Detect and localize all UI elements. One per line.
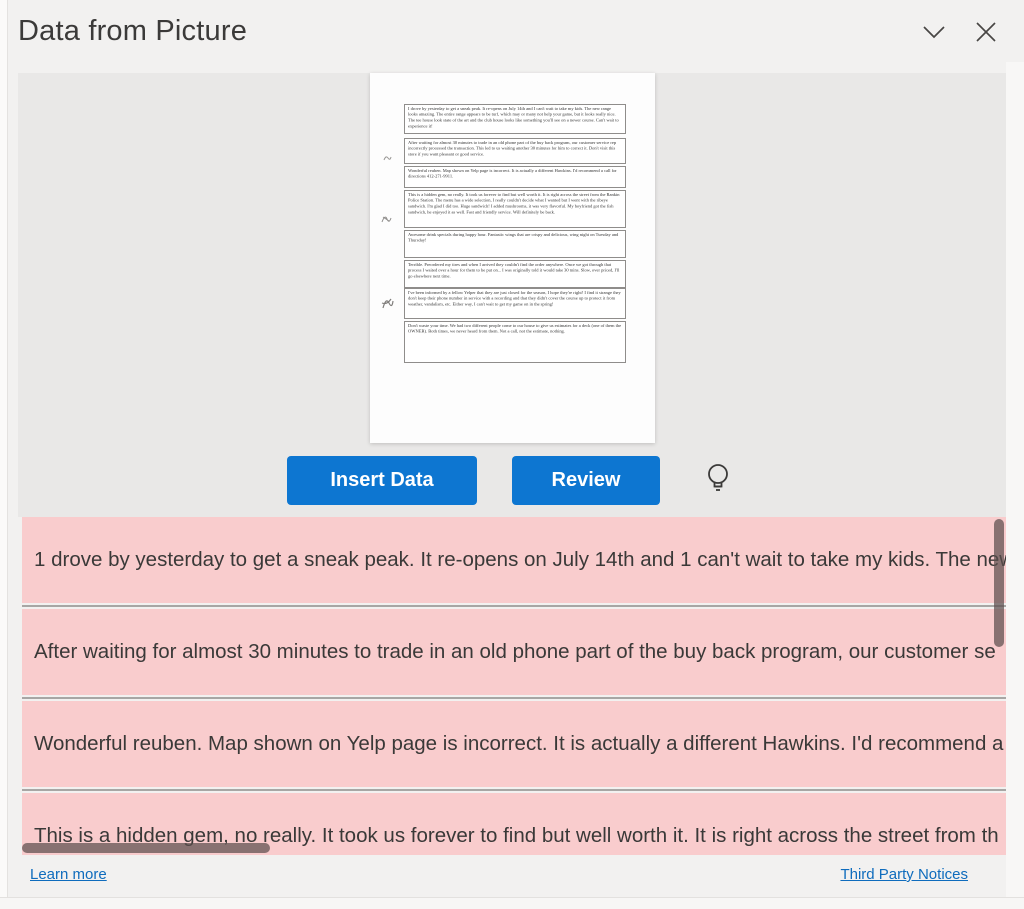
scanned-paragraph: After waiting for almost 30 minutes to t… (404, 138, 626, 164)
tips-button[interactable] (700, 459, 736, 501)
scanned-paragraph: Wonderful reuben. Map shown on Yelp page… (404, 166, 626, 188)
page-title: Data from Picture (18, 15, 247, 48)
handwriting-mark (380, 295, 394, 311)
picture-preview-panel: I drove by yesterday to get a sneak peak… (18, 73, 1006, 517)
chevron-down-icon (921, 24, 947, 40)
scanned-paragraph: I drove by yesterday to get a sneak peak… (404, 104, 626, 134)
third-party-notices-link[interactable]: Third Party Notices (840, 866, 968, 883)
close-icon (974, 20, 998, 44)
scanned-paragraph: Awesome drink specials during happy hour… (404, 230, 626, 258)
scanned-paragraph: This is a hidden gem, no really. It took… (404, 190, 626, 228)
collapse-pane-button[interactable] (912, 14, 956, 50)
pane-left-edge (0, 0, 8, 909)
close-pane-button[interactable] (964, 14, 1008, 50)
pane-right-margin (1006, 62, 1024, 897)
lightbulb-icon (704, 462, 732, 498)
scanned-paragraph: Don't waste your time. We had two differ… (404, 321, 626, 363)
handwriting-mark (382, 153, 392, 163)
vertical-scrollbar-thumb[interactable] (994, 519, 1004, 647)
ocr-row[interactable]: Wonderful reuben. Map shown on Yelp page… (22, 701, 1006, 787)
ocr-row[interactable]: 1 drove by yesterday to get a sneak peak… (22, 517, 1006, 603)
pane-bottom-edge (0, 897, 1024, 909)
review-button[interactable]: Review (512, 456, 660, 505)
horizontal-scrollbar-thumb[interactable] (22, 843, 270, 853)
extracted-data-grid: 1 drove by yesterday to get a sneak peak… (22, 517, 1006, 855)
scanned-document-image: I drove by yesterday to get a sneak peak… (370, 73, 655, 443)
scanned-paragraph: I've been informed by a fellow Yelper th… (404, 288, 626, 319)
ocr-row[interactable]: After waiting for almost 30 minutes to t… (22, 609, 1006, 695)
handwriting-mark (380, 213, 392, 225)
insert-data-button[interactable]: Insert Data (287, 456, 477, 505)
scanned-paragraph: Terrible. Preordered my tires and when I… (404, 260, 626, 288)
learn-more-link[interactable]: Learn more (30, 866, 107, 883)
